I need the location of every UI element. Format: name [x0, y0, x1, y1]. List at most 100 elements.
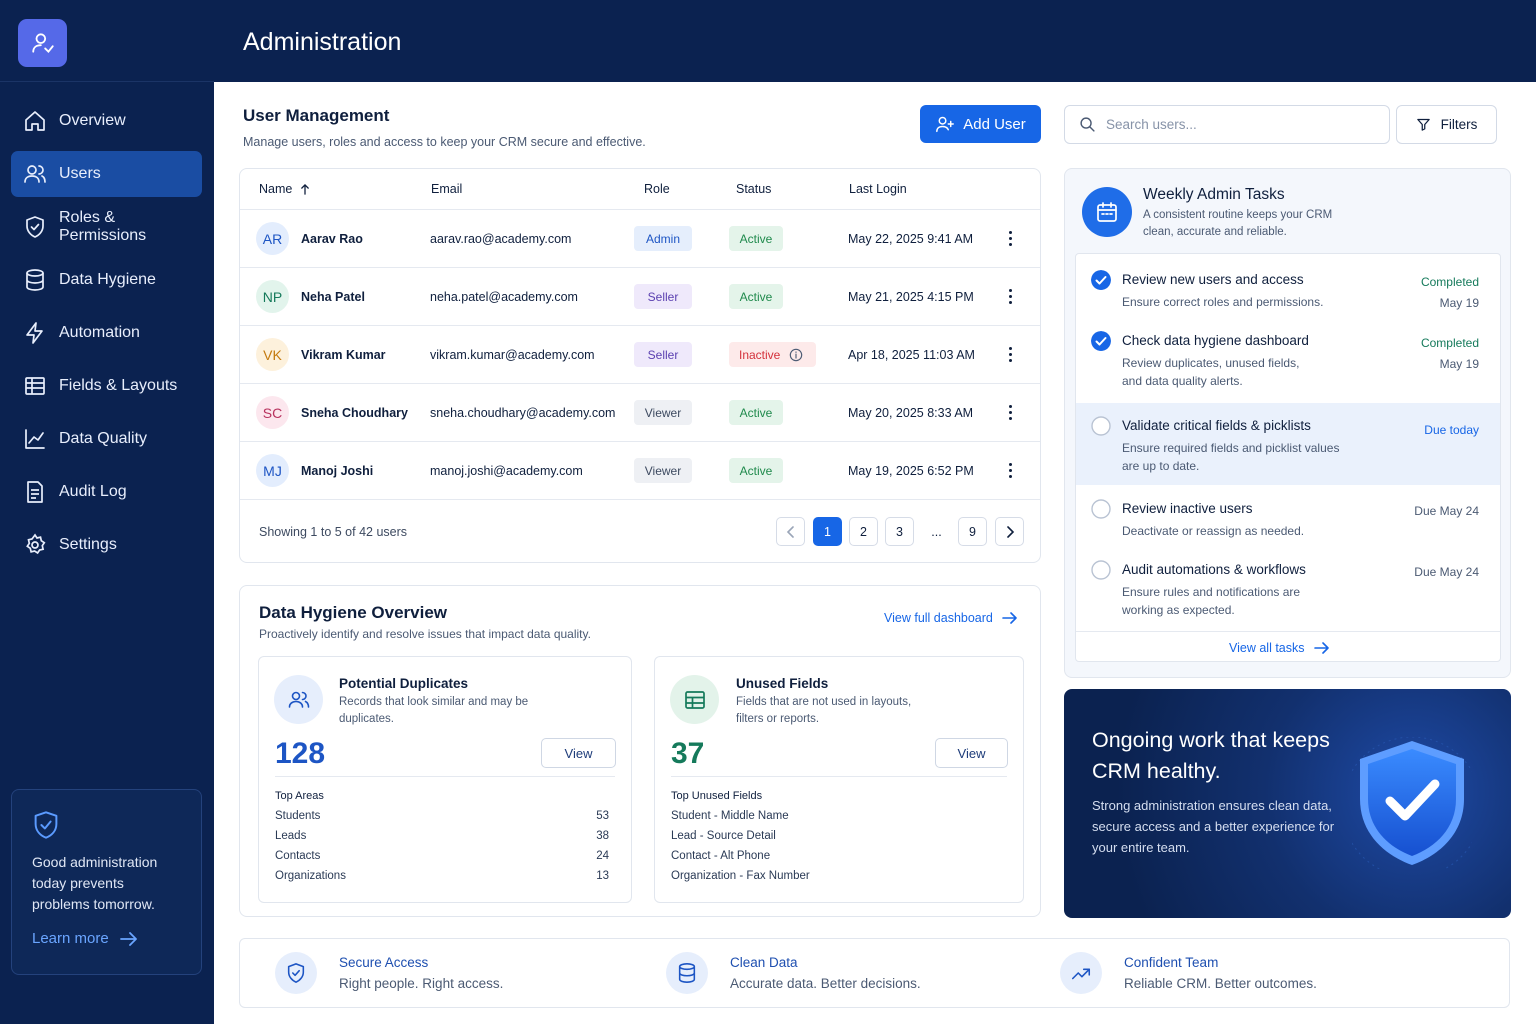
pagination-next-button[interactable] — [995, 517, 1024, 546]
task-status: Due May 24 — [1414, 504, 1479, 518]
table-row[interactable]: MJ Manoj Joshi manoj.joshi@academy.com V… — [240, 442, 1040, 500]
feature-desc: Right people. Right access. — [339, 976, 504, 991]
sidebar-item-users[interactable]: Users — [11, 151, 202, 197]
sidebar-item-data-quality[interactable]: Data Quality — [11, 416, 202, 462]
sidebar-item-overview[interactable]: Overview — [11, 98, 202, 144]
pagination-ellipsis: ... — [931, 524, 942, 539]
pagination-prev-button[interactable] — [776, 517, 805, 546]
card-description: Fields that are not used in layouts, fil… — [736, 696, 912, 725]
add-user-button[interactable]: Add User — [920, 105, 1041, 143]
task-date: May 19 — [1439, 296, 1479, 310]
check-circle-icon[interactable] — [1091, 270, 1111, 290]
task-item[interactable]: Review new users and access Ensure corre… — [1075, 270, 1499, 311]
duplicates-count: 128 — [275, 737, 326, 770]
sidebar-item-settings[interactable]: Settings — [11, 522, 202, 568]
sidebar-tip-text: Good administration today prevents probl… — [32, 854, 158, 912]
sidebar-item-label: Data Quality — [59, 430, 148, 447]
pagination-page-3[interactable]: 3 — [885, 517, 914, 546]
user-email: manoj.joshi@academy.com — [430, 463, 583, 478]
sidebar-item-fields-layouts[interactable]: Fields & Layouts — [11, 363, 202, 409]
feature-title: Secure Access — [339, 955, 429, 970]
card-title: Potential Duplicates — [339, 676, 469, 691]
column-header-email[interactable]: Email — [431, 182, 462, 196]
chevron-left-icon — [786, 525, 794, 538]
promo-text: Strong administration ensures clean data… — [1092, 798, 1335, 855]
view-unused-fields-button[interactable]: View — [935, 738, 1008, 768]
view-full-dashboard-link[interactable]: View full dashboard — [884, 611, 1018, 625]
sidebar-nav: Overview Users Roles & Permissions Data … — [0, 82, 214, 568]
status-badge: Active — [729, 284, 783, 309]
row-menu-icon[interactable] — [1006, 289, 1014, 304]
pagination-page-1[interactable]: 1 — [813, 517, 842, 546]
column-header-last-login[interactable]: Last Login — [849, 182, 907, 196]
app-logo-icon[interactable] — [18, 19, 67, 67]
user-name: Neha Patel — [301, 289, 365, 304]
filters-button[interactable]: Filters — [1396, 105, 1497, 144]
status-badge: Active — [729, 458, 783, 483]
gear-icon — [26, 533, 46, 555]
row-menu-icon[interactable] — [1006, 405, 1014, 420]
shield-check-icon — [1352, 737, 1472, 869]
list-value: 13 — [596, 870, 609, 882]
table-row[interactable]: AR Aarav Rao aarav.rao@academy.com Admin… — [240, 210, 1040, 268]
arrow-right-icon — [119, 931, 137, 946]
pagination-page-2[interactable]: 2 — [849, 517, 878, 546]
user-email: neha.patel@academy.com — [430, 289, 578, 304]
list-value: 38 — [596, 830, 609, 842]
list-title: Top Unused Fields — [671, 790, 763, 802]
empty-circle-icon[interactable] — [1091, 416, 1111, 436]
row-menu-icon[interactable] — [1006, 463, 1014, 478]
document-icon — [27, 481, 43, 503]
learn-more-link[interactable]: Learn more — [32, 930, 181, 947]
avatar: AR — [256, 222, 289, 255]
sidebar-item-roles-permissions[interactable]: Roles & Permissions — [11, 204, 202, 250]
task-item[interactable]: Validate critical fields & picklists Ens… — [1075, 416, 1499, 475]
sidebar-item-automation[interactable]: Automation — [11, 310, 202, 356]
row-menu-icon[interactable] — [1006, 231, 1014, 246]
table-row[interactable]: SC Sneha Choudhary sneha.choudhary@acade… — [240, 384, 1040, 442]
column-header-name[interactable]: Name — [259, 182, 310, 196]
user-email: sneha.choudhary@academy.com — [430, 405, 616, 420]
list-label: Leads — [275, 830, 307, 842]
view-duplicates-button[interactable]: View — [541, 738, 616, 768]
empty-circle-icon[interactable] — [1091, 560, 1111, 580]
list-item: Leads 38 — [275, 830, 609, 842]
sidebar-item-label: Automation — [59, 324, 140, 341]
last-login: May 20, 2025 8:33 AM — [848, 405, 974, 420]
table-row[interactable]: NP Neha Patel neha.patel@academy.com Sel… — [240, 268, 1040, 326]
logo-area — [0, 0, 214, 82]
info-icon[interactable] — [789, 348, 803, 362]
list-item: Organization - Fax Number — [671, 870, 1001, 882]
list-label: Organizations — [275, 870, 346, 882]
list-label: Contacts — [275, 850, 321, 862]
list-item: Lead - Source Detail — [671, 830, 1001, 842]
table-icon — [670, 675, 719, 724]
shield-check-icon — [275, 952, 317, 994]
last-login: Apr 18, 2025 11:03 AM — [848, 347, 975, 362]
task-status-label: Completed — [1420, 336, 1479, 350]
weekly-tasks-card: Weekly Admin Tasks A consistent routine … — [1064, 168, 1511, 678]
column-header-status[interactable]: Status — [736, 182, 771, 196]
table-icon — [25, 377, 45, 395]
search-input[interactable]: Search users... — [1064, 105, 1390, 144]
check-circle-icon[interactable] — [1091, 331, 1111, 351]
link-label: View all tasks — [1229, 641, 1305, 655]
column-header-role[interactable]: Role — [644, 182, 670, 196]
section-title: User Management — [243, 106, 390, 125]
list-item: Student - Middle Name — [671, 810, 1001, 822]
divider — [275, 776, 615, 777]
view-all-tasks-link[interactable]: View all tasks — [1229, 641, 1330, 655]
sidebar-item-audit-log[interactable]: Audit Log — [11, 469, 202, 515]
task-item[interactable]: Audit automations & workflows Ensure rul… — [1075, 560, 1499, 619]
empty-circle-icon[interactable] — [1091, 499, 1111, 519]
row-menu-icon[interactable] — [1006, 347, 1014, 362]
sidebar-item-data-hygiene[interactable]: Data Hygiene — [11, 257, 202, 303]
task-status: Completed May 19 — [1421, 333, 1479, 375]
last-login: May 22, 2025 9:41 AM — [848, 231, 974, 246]
avatar: SC — [256, 396, 289, 429]
learn-more-label: Learn more — [32, 930, 109, 947]
pagination-page-9[interactable]: 9 — [958, 517, 987, 546]
task-item[interactable]: Review inactive users Deactivate or reas… — [1075, 499, 1499, 540]
table-row[interactable]: VK Vikram Kumar vikram.kumar@academy.com… — [240, 326, 1040, 384]
task-item[interactable]: Check data hygiene dashboard Review dupl… — [1075, 331, 1499, 390]
